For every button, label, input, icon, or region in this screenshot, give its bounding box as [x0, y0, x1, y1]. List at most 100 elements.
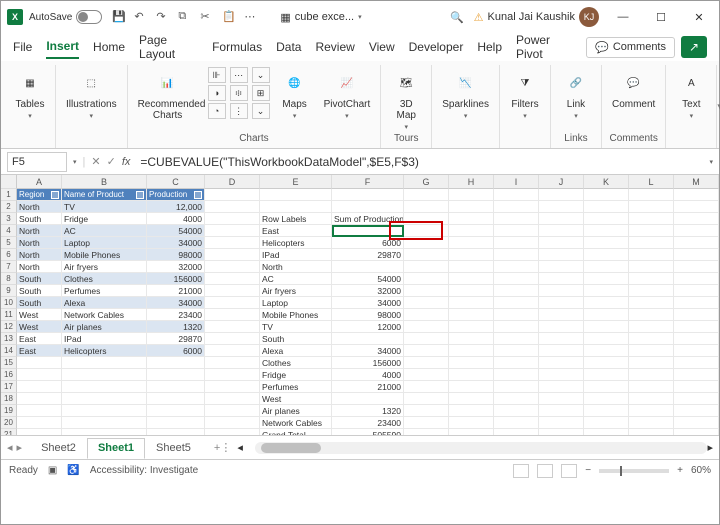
cell[interactable] — [404, 345, 449, 357]
cell[interactable] — [494, 309, 539, 321]
cell[interactable]: North — [17, 237, 62, 249]
cell[interactable] — [494, 357, 539, 369]
cell[interactable]: West — [260, 393, 332, 405]
column-header-B[interactable]: B — [62, 175, 147, 189]
tab-review[interactable]: Review — [315, 36, 354, 58]
cell[interactable] — [404, 261, 449, 273]
paste-icon[interactable]: 📋 — [222, 10, 236, 24]
cell[interactable] — [449, 381, 494, 393]
cell[interactable]: 98000 — [332, 309, 404, 321]
cell[interactable] — [17, 393, 62, 405]
cell[interactable] — [539, 321, 584, 333]
cell[interactable] — [404, 249, 449, 261]
cell[interactable] — [494, 201, 539, 213]
cell[interactable] — [260, 201, 332, 213]
cell[interactable] — [449, 285, 494, 297]
cell[interactable] — [539, 369, 584, 381]
cell[interactable]: Fridge — [62, 213, 147, 225]
row-header-15[interactable]: 15 — [1, 357, 17, 369]
3dmap-button[interactable]: 🗺 3D Map ▾ — [387, 67, 425, 133]
cell[interactable] — [332, 333, 404, 345]
cell[interactable] — [494, 429, 539, 435]
cell[interactable] — [404, 201, 449, 213]
cell[interactable]: 1320 — [332, 405, 404, 417]
row-header-2[interactable]: 2 — [1, 201, 17, 213]
filter-button[interactable] — [136, 191, 144, 199]
cell[interactable] — [62, 369, 147, 381]
row-header-20[interactable]: 20 — [1, 417, 17, 429]
cell[interactable]: 21000 — [332, 381, 404, 393]
cell[interactable]: IPad — [260, 249, 332, 261]
cell[interactable] — [494, 321, 539, 333]
cell[interactable] — [404, 297, 449, 309]
column-header-G[interactable]: G — [404, 175, 449, 189]
cell[interactable] — [494, 381, 539, 393]
cell[interactable]: 34000 — [332, 345, 404, 357]
cut-icon[interactable]: ✂ — [200, 10, 214, 24]
cell[interactable] — [629, 417, 674, 429]
cell[interactable] — [674, 225, 719, 237]
cell[interactable] — [449, 309, 494, 321]
cell[interactable] — [449, 345, 494, 357]
cell[interactable] — [205, 417, 260, 429]
cell[interactable] — [404, 369, 449, 381]
tab-file[interactable]: File — [13, 36, 32, 58]
chart-type-8[interactable]: ⋮ — [230, 103, 248, 119]
zoom-level[interactable]: 60% — [691, 465, 711, 476]
row-header-17[interactable]: 17 — [1, 381, 17, 393]
cell[interactable] — [674, 201, 719, 213]
cell[interactable] — [539, 381, 584, 393]
column-header-A[interactable]: A — [17, 175, 62, 189]
cell[interactable] — [494, 297, 539, 309]
tab-home[interactable]: Home — [93, 36, 125, 58]
cell[interactable] — [332, 393, 404, 405]
accept-formula-icon[interactable]: ✓ — [107, 155, 116, 168]
cell[interactable]: Air planes — [62, 321, 147, 333]
cell[interactable] — [674, 213, 719, 225]
cell[interactable] — [449, 429, 494, 435]
cell[interactable] — [584, 249, 629, 261]
sheet-tab-sheet2[interactable]: Sheet2 — [30, 438, 87, 458]
sheet-tab-sheet1[interactable]: Sheet1 — [87, 438, 145, 459]
cell[interactable]: Air fryers — [260, 285, 332, 297]
tab-help[interactable]: Help — [477, 36, 502, 58]
row-header-21[interactable]: 21 — [1, 429, 17, 435]
chart-type-7[interactable]: ◔ — [208, 103, 226, 119]
cell[interactable] — [404, 309, 449, 321]
row-header-19[interactable]: 19 — [1, 405, 17, 417]
cell[interactable] — [62, 393, 147, 405]
cell[interactable]: North — [17, 261, 62, 273]
column-header-H[interactable]: H — [449, 175, 494, 189]
cell[interactable] — [539, 417, 584, 429]
cell[interactable] — [629, 237, 674, 249]
column-header-C[interactable]: C — [147, 175, 205, 189]
cell[interactable] — [17, 369, 62, 381]
cell[interactable] — [205, 333, 260, 345]
cell[interactable] — [674, 345, 719, 357]
qat-more-icon[interactable]: ⋯ — [244, 10, 258, 24]
cell[interactable]: Network Cables — [62, 309, 147, 321]
row-header-1[interactable]: 1 — [1, 189, 17, 201]
cell[interactable] — [629, 405, 674, 417]
cell[interactable]: TV — [260, 321, 332, 333]
cell[interactable]: 34000 — [147, 237, 205, 249]
minimize-button[interactable]: — — [609, 7, 637, 27]
cell[interactable] — [404, 225, 449, 237]
cell[interactable]: 54000 — [332, 273, 404, 285]
cell[interactable] — [584, 273, 629, 285]
row-header-5[interactable]: 5 — [1, 237, 17, 249]
cell[interactable] — [674, 309, 719, 321]
cell[interactable]: AC — [260, 273, 332, 285]
redo-icon[interactable]: ↷ — [156, 10, 170, 24]
macro-record-icon[interactable]: ▣ — [48, 465, 57, 476]
cell[interactable] — [674, 357, 719, 369]
row-header-3[interactable]: 3 — [1, 213, 17, 225]
cell[interactable]: Alexa — [260, 345, 332, 357]
accessibility-label[interactable]: Accessibility: Investigate — [90, 465, 198, 476]
cell[interactable] — [584, 297, 629, 309]
sparklines-button[interactable]: 📉 Sparklines ▾ — [438, 67, 493, 122]
cell[interactable]: West — [17, 309, 62, 321]
page-break-view-button[interactable] — [561, 464, 577, 478]
cell[interactable] — [205, 297, 260, 309]
cell[interactable] — [539, 393, 584, 405]
